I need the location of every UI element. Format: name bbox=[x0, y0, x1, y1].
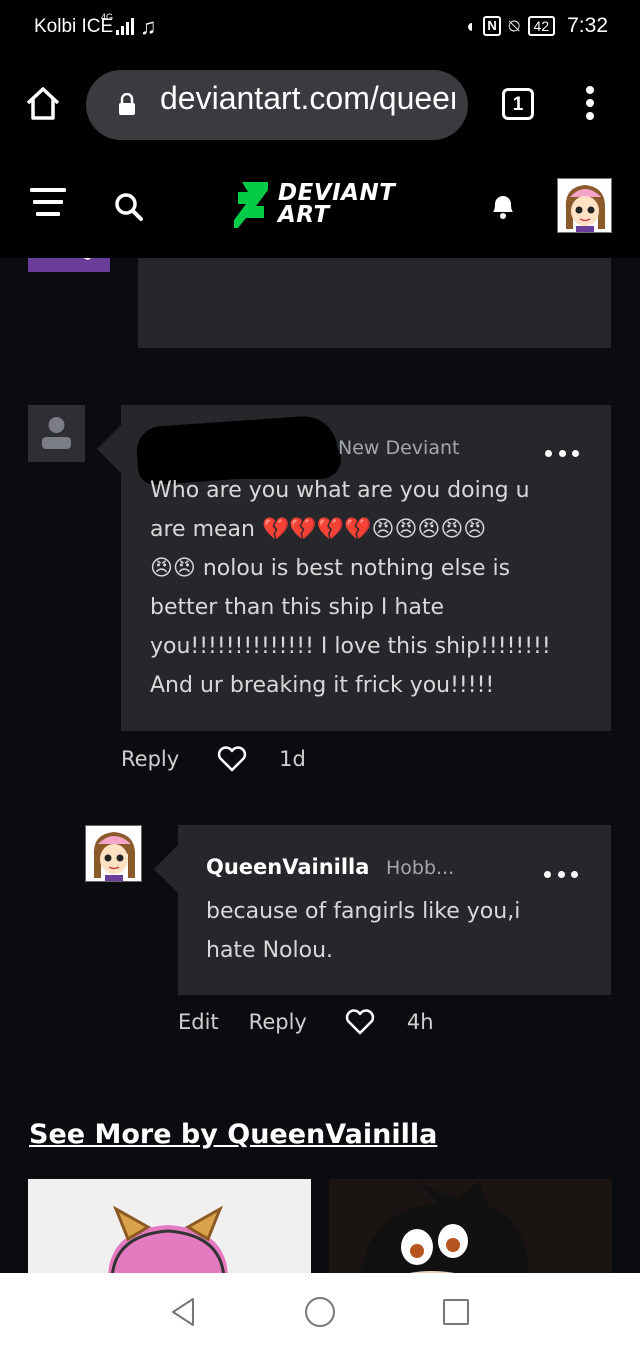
system-navigation-bar bbox=[0, 1273, 640, 1351]
search-icon[interactable] bbox=[114, 192, 144, 222]
browser-toolbar: deviantart.com/queen 1 bbox=[0, 56, 640, 152]
more-options-icon[interactable] bbox=[544, 871, 578, 881]
comment-actions: Reply 1d bbox=[121, 746, 306, 772]
deviantart-logo-icon bbox=[234, 182, 268, 228]
comment-bubble: New Deviant Who are you what are you doi… bbox=[97, 405, 611, 731]
url-text[interactable]: deviantart.com/queen bbox=[160, 80, 455, 117]
comment-text: Who are you what are you doing u are mea… bbox=[150, 478, 551, 698]
reply-actions: Edit Reply 4h bbox=[178, 1009, 434, 1035]
reply-button[interactable]: Reply bbox=[249, 1010, 307, 1034]
phone-screen: Kolbi ICE 4G ♫ ◖ N ⍉ 42 7:32 deviantart.… bbox=[0, 0, 640, 1351]
queenvainilla-avatar[interactable] bbox=[85, 825, 142, 882]
tab-switcher-button[interactable]: 1 bbox=[502, 88, 534, 120]
signal-icon bbox=[116, 18, 134, 35]
back-icon[interactable] bbox=[170, 1297, 196, 1327]
hamburger-menu-icon[interactable] bbox=[30, 188, 66, 222]
comment-timestamp: 1d bbox=[279, 747, 306, 771]
headphones-icon: ◖ bbox=[464, 15, 476, 36]
status-bar: Kolbi ICE 4G ♫ ◖ N ⍉ 42 7:32 bbox=[0, 0, 640, 56]
user-avatar[interactable] bbox=[557, 178, 612, 233]
bubble-tail bbox=[97, 425, 121, 473]
previous-comment-bubble bbox=[138, 258, 611, 348]
comment-timestamp: 4h bbox=[406, 1010, 434, 1034]
artwork-image bbox=[28, 1179, 311, 1273]
logo-line-1: DEVIANT bbox=[278, 180, 396, 206]
status-icons: ◖ N ⍉ 42 7:32 bbox=[464, 14, 608, 38]
recent-apps-icon[interactable] bbox=[443, 1299, 469, 1325]
logo-wordmark: DEVIANT ART bbox=[278, 180, 396, 228]
user-silhouette-icon bbox=[28, 405, 85, 462]
username[interactable]: QueenVainilla bbox=[206, 855, 369, 879]
browser-menu-icon[interactable] bbox=[584, 86, 596, 124]
see-more-link[interactable]: See More by QueenVainilla bbox=[29, 1119, 437, 1150]
home-circle-icon[interactable] bbox=[305, 1297, 335, 1327]
heart-icon[interactable] bbox=[345, 1009, 375, 1035]
logo-line-2: ART bbox=[278, 202, 330, 228]
reply-bubble: QueenVainilla Hobb... because of fangirl… bbox=[154, 825, 611, 995]
deviantart-logo[interactable]: DEVIANT ART bbox=[234, 180, 414, 232]
home-icon[interactable] bbox=[24, 84, 62, 122]
battery-icon: 42 bbox=[527, 16, 556, 36]
default-avatar[interactable] bbox=[28, 405, 85, 462]
edit-button[interactable]: Edit bbox=[178, 1010, 219, 1034]
more-options-icon[interactable] bbox=[545, 450, 579, 460]
heart-icon[interactable] bbox=[217, 746, 247, 772]
artwork-thumbnail[interactable] bbox=[28, 1179, 311, 1273]
avatar-image bbox=[86, 826, 141, 881]
music-note-icon: ♫ bbox=[140, 14, 157, 39]
previous-commenter-avatar[interactable] bbox=[28, 258, 110, 272]
comments-section: New Deviant Who are you what are you doi… bbox=[0, 258, 640, 1273]
clock: 7:32 bbox=[567, 14, 608, 37]
lock-icon bbox=[119, 93, 135, 115]
artwork-image bbox=[329, 1179, 612, 1273]
reply-button[interactable]: Reply bbox=[121, 747, 179, 771]
artwork-thumbnail[interactable] bbox=[329, 1179, 612, 1273]
nfc-icon: N bbox=[483, 16, 501, 36]
comment-text: because of fangirls like you,i hate Nolo… bbox=[206, 899, 521, 963]
user-role-label: Hobb... bbox=[386, 857, 455, 879]
site-header: DEVIANT ART bbox=[0, 152, 640, 258]
mute-bell-icon: ⍉ bbox=[508, 15, 520, 36]
network-type: 4G bbox=[101, 12, 114, 22]
notification-bell-icon[interactable] bbox=[489, 190, 517, 220]
avatar-image bbox=[28, 258, 110, 272]
avatar-image bbox=[558, 179, 611, 232]
user-role-label: New Deviant bbox=[338, 437, 460, 459]
bubble-tail bbox=[154, 845, 178, 893]
